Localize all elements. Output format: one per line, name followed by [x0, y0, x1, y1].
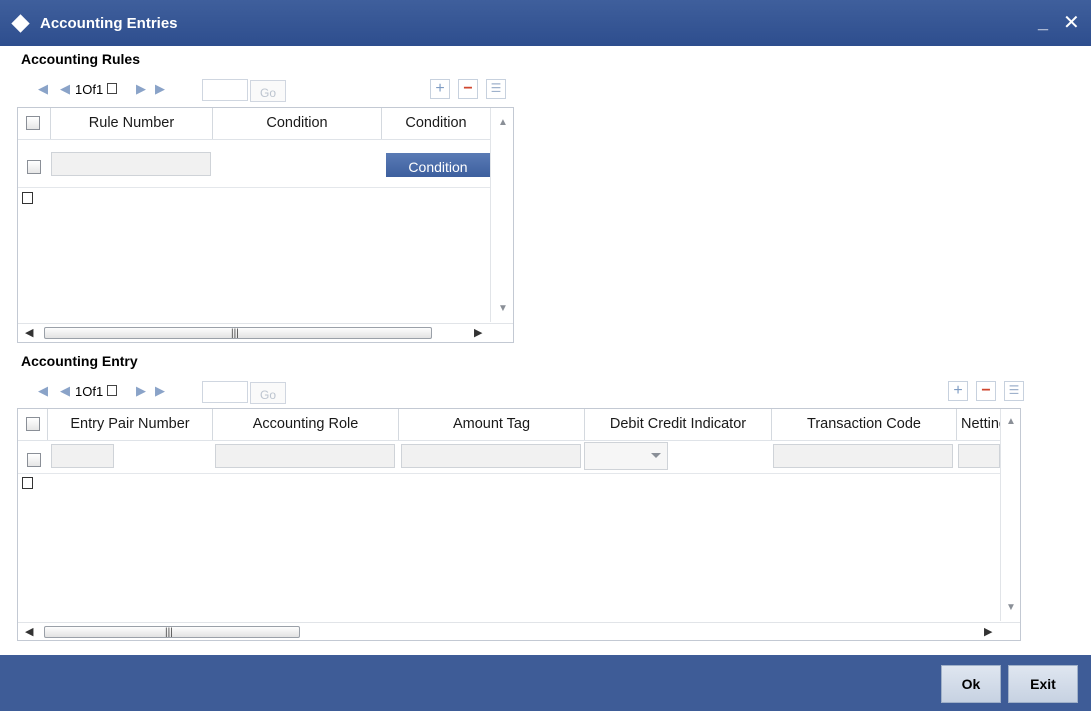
entry-grid-header: Entry Pair Number Accounting Role Amount…: [18, 409, 1000, 441]
title-bar: Accounting Entries _ ✕: [0, 0, 1091, 46]
chevron-down-icon: [651, 453, 661, 458]
entry-vertical-scrollbar[interactable]: ▲ ▼: [1000, 409, 1020, 621]
ok-button[interactable]: Ok: [941, 665, 1001, 703]
scroll-down-icon[interactable]: ▼: [498, 304, 508, 314]
rules-select-all-checkbox[interactable]: [26, 116, 40, 130]
rules-grid: Rule Number Condition Condition Conditio…: [17, 107, 514, 343]
row-marker-box: [22, 477, 33, 489]
rules-vertical-scrollbar[interactable]: ▲ ▼: [490, 108, 513, 322]
close-button[interactable]: ✕: [1063, 10, 1080, 35]
scroll-grip-icon: |||: [165, 627, 173, 638]
entry-add-row-icon[interactable]: +: [948, 381, 968, 401]
rules-horizontal-scrollbar[interactable]: ◀ ||| ▶: [18, 323, 513, 341]
rule-number-input[interactable]: [51, 152, 211, 176]
rules-single-view-icon[interactable]: ☰: [486, 79, 506, 99]
scroll-grip-icon: |||: [231, 328, 239, 339]
rules-page-input[interactable]: [202, 79, 248, 101]
last-page-icon[interactable]: ▶: [155, 383, 165, 399]
rules-row-checkbox[interactable]: [27, 160, 41, 174]
rules-toolbar: ◀​ ◀ 1Of1 ▶ ▶ Go + − ☰: [18, 76, 515, 104]
row-marker-box: [22, 192, 33, 204]
exit-button[interactable]: Exit: [1008, 665, 1078, 703]
scroll-left-icon[interactable]: ◀: [25, 327, 33, 339]
rules-scroll-thumb[interactable]: |||: [44, 327, 432, 339]
window-title: Accounting Entries: [40, 15, 178, 32]
rules-column-header: Condition: [405, 115, 467, 131]
entry-column-header: Amount Tag: [399, 409, 585, 440]
scroll-down-icon[interactable]: ▼: [1006, 603, 1016, 613]
rules-column-header: Rule Number: [51, 108, 213, 139]
rules-page-indicator: 1Of1: [75, 82, 104, 97]
entry-single-view-icon[interactable]: ☰: [1004, 381, 1024, 401]
rules-go-button[interactable]: Go: [250, 80, 286, 102]
entry-page-box: [107, 385, 117, 396]
entry-column-header: Debit Credit Indicator: [585, 409, 772, 440]
last-page-icon[interactable]: ▶: [155, 81, 165, 97]
condition-button[interactable]: Condition: [386, 153, 490, 177]
entry-select-all-checkbox[interactable]: [26, 417, 40, 431]
row-divider: [18, 473, 1000, 474]
next-page-icon[interactable]: ▶: [136, 383, 146, 399]
rules-page-box: [107, 83, 117, 94]
entry-pair-number-input[interactable]: [51, 444, 114, 468]
entry-column-header: Entry Pair Number: [48, 409, 213, 440]
entry-delete-row-icon[interactable]: −: [976, 381, 996, 401]
accounting-role-input[interactable]: [215, 444, 395, 468]
entry-column-header: Netting: [961, 416, 1000, 432]
entry-page-input[interactable]: [202, 381, 248, 403]
amount-tag-input[interactable]: [401, 444, 581, 468]
entry-column-header: Accounting Role: [213, 409, 399, 440]
first-page-icon[interactable]: ◀​: [38, 81, 48, 97]
entry-grid: Entry Pair Number Accounting Role Amount…: [17, 408, 1021, 641]
scroll-right-icon[interactable]: ▶: [474, 327, 482, 339]
first-page-icon[interactable]: ◀​: [38, 383, 48, 399]
scroll-left-icon[interactable]: ◀: [25, 626, 33, 638]
entry-page-indicator: 1Of1: [75, 384, 104, 399]
rules-select-all-cell: [18, 108, 51, 139]
entry-go-button[interactable]: Go: [250, 382, 286, 404]
next-page-icon[interactable]: ▶: [136, 81, 146, 97]
netting-input[interactable]: [958, 444, 1000, 468]
entry-toolbar: ◀​ ◀ 1Of1 ▶ ▶ Go + − ☰: [18, 378, 1032, 406]
entry-scroll-thumb[interactable]: |||: [44, 626, 300, 638]
diamond-icon: [11, 14, 30, 33]
rules-column-header: Condition: [213, 108, 382, 139]
rules-grid-header: Rule Number Condition Condition: [18, 108, 490, 140]
entry-horizontal-scrollbar[interactable]: ◀ ||| ▶: [18, 622, 1020, 640]
accounting-entry-label: Accounting Entry: [21, 353, 138, 369]
scroll-right-icon[interactable]: ▶: [984, 626, 992, 638]
scroll-up-icon[interactable]: ▲: [498, 118, 508, 128]
debit-credit-indicator-select[interactable]: [584, 442, 668, 470]
rules-add-row-icon[interactable]: +: [430, 79, 450, 99]
previous-page-icon[interactable]: ◀: [60, 383, 70, 399]
minimize-button[interactable]: _: [1038, 12, 1048, 33]
accounting-rules-label: Accounting Rules: [21, 51, 141, 67]
scroll-up-icon[interactable]: ▲: [1006, 417, 1016, 427]
rules-delete-row-icon[interactable]: −: [458, 79, 478, 99]
entry-column-header: Transaction Code: [772, 409, 957, 440]
entry-select-all-cell: [18, 409, 48, 440]
entry-row-checkbox[interactable]: [27, 453, 41, 467]
transaction-code-input[interactable]: [773, 444, 953, 468]
row-divider: [18, 187, 490, 188]
previous-page-icon[interactable]: ◀: [60, 81, 70, 97]
bottom-bar: Ok Exit: [0, 655, 1091, 711]
